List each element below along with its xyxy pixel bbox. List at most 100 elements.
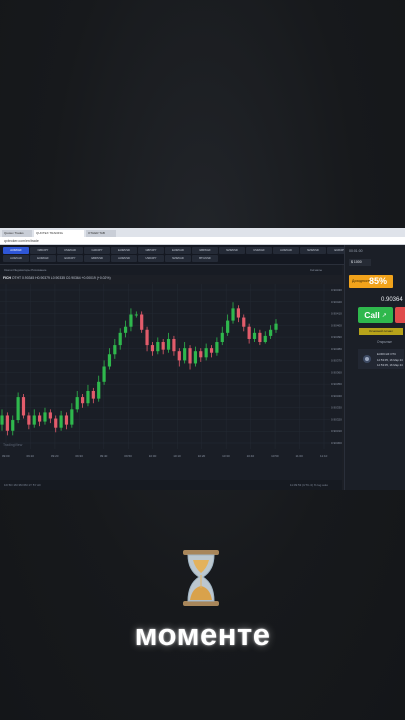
- price-tick-label: 0.90330: [331, 406, 342, 410]
- candle-body: [86, 390, 90, 404]
- candle-body: [220, 332, 224, 343]
- arrow-up-icon: ↗: [381, 312, 387, 319]
- price-tick-label: 0.90300: [331, 441, 342, 445]
- time-tick-label: 09:40: [100, 454, 108, 458]
- asset-pair-chip[interactable]: GBP/USD: [84, 255, 110, 262]
- browser-tab[interactable]: Quotex Trades: [2, 230, 32, 237]
- candle-body: [274, 323, 278, 330]
- candle-body: [11, 420, 15, 431]
- price-tick-label: 0.90430: [331, 288, 342, 292]
- range-buttons[interactable]: 1D 5D 1M 3M 6M 1Y 5Y All: [4, 483, 40, 487]
- call-label: Call: [364, 310, 380, 320]
- asset-pair-chip[interactable]: GBP/CHF: [192, 247, 218, 254]
- candle-body: [226, 320, 230, 333]
- asset-pair-chip[interactable]: EUR/CAD: [165, 247, 191, 254]
- candle-body: [27, 415, 31, 425]
- hourglass-icon: [183, 550, 219, 606]
- candle-body: [140, 314, 144, 330]
- time-tick-label: 09:20: [51, 454, 59, 458]
- asset-pair-chip[interactable]: EUR/JPY: [57, 255, 83, 262]
- call-button[interactable]: Call ↗: [358, 307, 393, 323]
- chart-svg[interactable]: 0.90430 0.90420 0.90410 0.90400 0.90390 0.903…: [0, 284, 342, 480]
- price-tick-label: 0.90400: [331, 323, 342, 327]
- asset-pair-chip[interactable]: AUD/CAD: [3, 255, 29, 262]
- asset-pair-chip[interactable]: USD/CHF: [246, 247, 272, 254]
- price-tick-label: 0.90360: [331, 370, 342, 374]
- asset-pair-chip[interactable]: AUD/CAD: [273, 247, 299, 254]
- put-button[interactable]: [395, 307, 405, 323]
- chart-watermark: TradingView: [3, 443, 23, 447]
- candle-body: [209, 348, 214, 353]
- candle-body: [32, 415, 36, 425]
- candle-body: [123, 326, 128, 333]
- candle-body: [54, 418, 58, 428]
- candlestick-chart[interactable]: 0.90430 0.90420 0.90410 0.90400 0.90390 0.903…: [0, 284, 342, 480]
- main-signal-button[interactable]: Основной сигнал: [359, 328, 403, 335]
- deal-time-close: 12:53:05, 16 Мар 24: [377, 363, 403, 367]
- candle-body: [166, 338, 171, 350]
- candle-body: [145, 329, 149, 346]
- candle-body: [247, 326, 251, 339]
- price-tick-label: 0.90390: [331, 335, 342, 339]
- time-tick-label: 10:30: [222, 454, 230, 458]
- browser-tab[interactable]: OTHER TAB: [86, 230, 116, 237]
- time-tick-label: 09:50: [124, 454, 132, 458]
- candle-body: [242, 317, 246, 327]
- browser-tab-active[interactable]: QUOTEX TRADING: [34, 230, 84, 237]
- trade-panel: 00:01:00 $ 1000 Доходность 85% 0.90364 C…: [344, 245, 405, 490]
- price-tick-label: 0.90310: [331, 429, 342, 433]
- candle-body: [231, 308, 235, 321]
- asset-pair-chip[interactable]: CAD/JPY: [84, 247, 110, 254]
- candle-body: [129, 314, 133, 327]
- chart-toolbar: Свечи Индикаторы Рисование Сигналы: [0, 265, 342, 275]
- candle-body: [80, 397, 85, 404]
- candle-body: [5, 415, 9, 431]
- price-tick-label: 0.90370: [331, 359, 342, 363]
- candle-body: [204, 348, 208, 358]
- video-frame: Quotex Trades QUOTEX TRADING OTHER TAB q…: [0, 0, 405, 720]
- asset-pair-chip[interactable]: GBP/JPY: [138, 247, 164, 254]
- time-tick-label: 09:30: [75, 454, 83, 458]
- asset-pair-chip[interactable]: USD/CAD: [57, 247, 83, 254]
- time-tick-label: 09:00: [2, 454, 10, 458]
- candle-body: [177, 351, 181, 361]
- chart-settings[interactable]: 11:09:53 (UTC-3) % log auto: [290, 483, 328, 487]
- chart-tools-label[interactable]: Свечи Индикаторы Рисование: [4, 268, 46, 272]
- asset-pair-chip[interactable]: USD/JPY: [138, 255, 164, 262]
- candle-body: [188, 348, 192, 364]
- video-caption: моменте: [134, 617, 271, 652]
- asset-pair-chip[interactable]: NZD/USD: [219, 247, 245, 254]
- amount-input[interactable]: $ 1000: [349, 259, 371, 266]
- asset-pair-chip[interactable]: NZD/CAD: [165, 255, 191, 262]
- candle-body: [258, 332, 262, 343]
- open-deal-card[interactable]: EUR/CHF OTC 12:53:05, 16 Мар 24 12:53:05…: [358, 349, 404, 369]
- browser-window: Quotex Trades QUOTEX TRADING OTHER TAB q…: [0, 228, 405, 490]
- asset-pair-chip[interactable]: BTC/USD: [192, 255, 218, 262]
- symbol-ohlc: OTHT 0.90345 H0.90379 L0.90335 C0.90364 …: [11, 276, 111, 280]
- asset-pair-chip[interactable]: NZD/JPY: [30, 247, 56, 254]
- candle-body: [269, 329, 273, 336]
- price-tick-label: 0.90340: [331, 394, 342, 398]
- symbol-name: FICH: [3, 276, 11, 280]
- candle-body: [161, 342, 165, 350]
- candle-body: [70, 409, 74, 425]
- candle-body: [0, 415, 4, 425]
- time-tick-label: 10:10: [173, 454, 181, 458]
- asset-pair-chip[interactable]: NZD/USD: [300, 247, 326, 254]
- payout-value: 85%: [369, 276, 388, 286]
- asset-pair-chip[interactable]: AUD/CHF: [3, 247, 29, 254]
- address-bar[interactable]: qxbroker.com/en/trade: [0, 237, 405, 245]
- asset-pair-chip[interactable]: EUR/CHF: [30, 255, 56, 262]
- asset-pair-chip[interactable]: EUR/USD: [111, 247, 137, 254]
- candle-body: [199, 351, 203, 358]
- signals-label[interactable]: Сигналы: [310, 268, 322, 272]
- candle-body: [97, 381, 101, 399]
- candle-body: [118, 332, 122, 346]
- asset-pair-chip[interactable]: AUD/USD: [111, 255, 137, 262]
- timer-value[interactable]: 00:01:00: [349, 249, 363, 253]
- candle-body: [263, 335, 267, 343]
- candle-body: [150, 345, 155, 352]
- candle-body: [75, 397, 79, 410]
- opened-trades-tab[interactable]: Открытые: [377, 340, 392, 344]
- candle-body: [113, 345, 117, 355]
